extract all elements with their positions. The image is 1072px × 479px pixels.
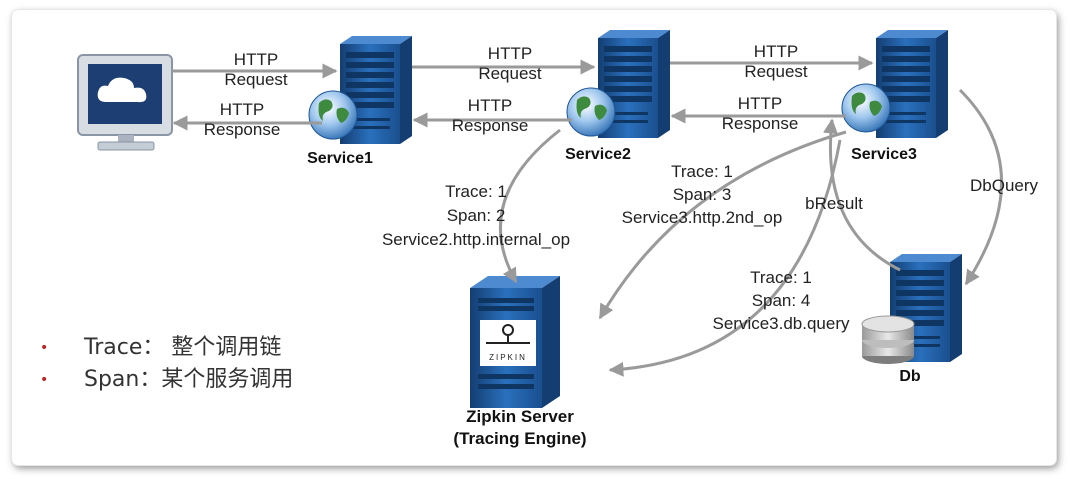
db-server-icon [861,254,962,364]
bullet-icon: • [40,340,49,356]
edge-label-line: HTTP [737,94,783,113]
span-line: Span: 3 [672,185,732,204]
legend-list: • Trace： 整个调用链 • Span：某个服务调用 [40,332,293,396]
legend-text: Span：某个服务调用 [84,367,294,392]
trace-line: Trace: 1 [750,268,812,287]
span-line: Span: 4 [751,291,811,310]
edge-label-line: Request [478,64,542,83]
service2-service1-response-label: HTTP Response [440,96,540,136]
service3-trace-annotation: Trace: 1 Span: 3 Service3.http.2nd_op [600,160,804,229]
edge-label-line: HTTP [753,42,799,61]
service3-server-icon [841,30,948,138]
bullet-icon: • [40,372,49,388]
service2-trace-annotation: Trace: 1 Span: 2 Service2.http.internal_… [370,180,582,252]
zipkin-title: Zipkin Server [466,407,574,426]
edge-label-line: Response [721,114,799,133]
service3-service2-response-label: HTTP Response [708,94,812,134]
zipkin-server-label: Zipkin Server (Tracing Engine) [420,406,620,450]
service2-service3-request-label: HTTP Request [730,42,822,82]
db-label: Db [899,368,921,385]
edge-label-line: Request [224,70,288,89]
edge-label-line: Response [451,116,529,135]
service2-label: Service2 [565,146,631,163]
operation-line: Service3.http.2nd_op [621,208,783,227]
edge-label-line: HTTP [487,44,533,63]
edge-label-line: HTTP [467,96,513,115]
db-trace-annotation: Trace: 1 Span: 4 Service3.db.query [696,266,866,335]
legend-item-span: • Span：某个服务调用 [40,364,293,396]
db-result-label: bResult [805,194,863,213]
legend-item-trace: • Trace： 整个调用链 [40,332,293,364]
service1-server-icon [308,36,412,144]
client-monitor-icon [77,54,173,151]
edge-label-line: Response [203,120,281,139]
service1-client-response-label: HTTP Response [190,100,294,140]
service1-label: Service1 [307,150,373,167]
client-service1-request-label: HTTP Request [214,50,298,90]
span-line: Span: 2 [446,206,506,225]
legend-text: Trace： 整个调用链 [84,335,282,360]
service2-server-icon [566,30,670,138]
db-query-label: DbQuery [969,176,1039,195]
zipkin-server-icon: ZIPKIN [470,276,560,408]
operation-line: Service3.db.query [712,314,850,333]
trace-line: Trace: 1 [445,182,507,201]
service1-service2-request-label: HTTP Request [464,44,556,84]
operation-line: Service2.http.internal_op [381,230,571,249]
zipkin-logo-text: ZIPKIN [489,353,527,362]
edge-label-line: HTTP [219,100,265,119]
edge-label-line: Request [744,62,808,81]
edge-label-line: HTTP [233,50,279,69]
service3-label: Service3 [851,146,917,163]
zipkin-subtitle: (Tracing Engine) [453,429,587,448]
